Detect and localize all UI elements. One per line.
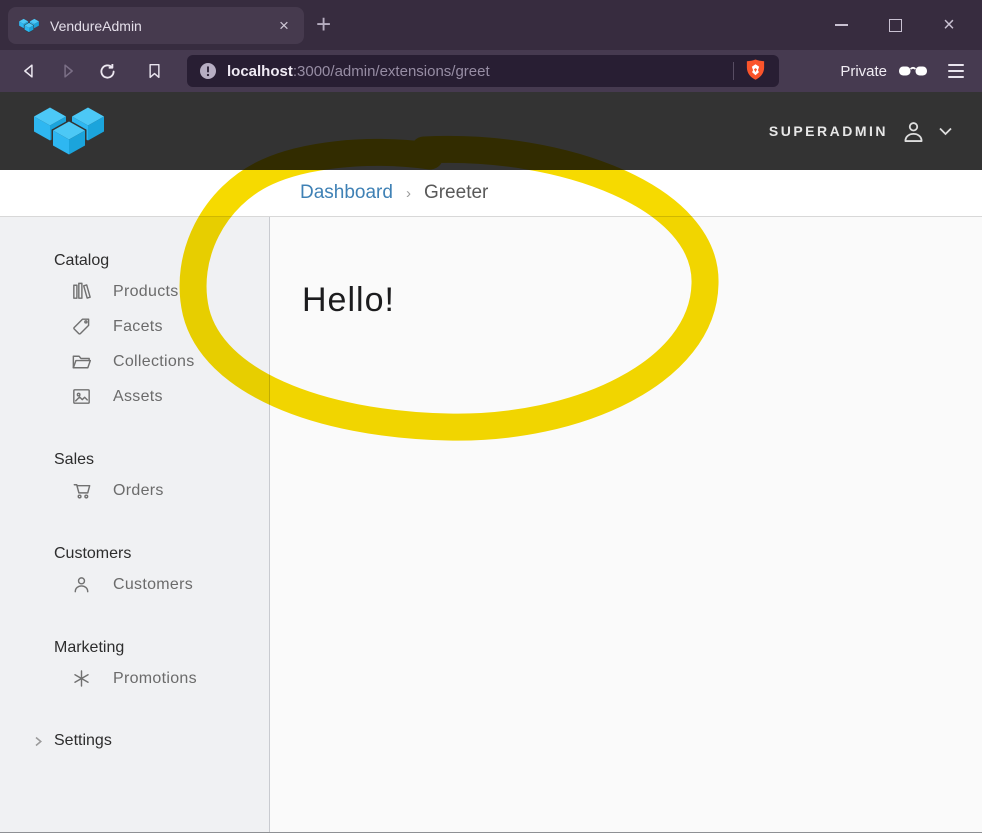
vendure-favicon-icon [18, 17, 40, 34]
url-host: localhost [227, 63, 293, 80]
username-label: SUPERADMIN [769, 123, 888, 139]
sidebar-item-label: Facets [113, 318, 163, 336]
sidebar-section-customers: Customers Customers [54, 544, 269, 602]
content-area: Hello! [270, 217, 982, 832]
breadcrumb-dashboard-link[interactable]: Dashboard [300, 182, 393, 204]
reload-button[interactable] [92, 56, 122, 86]
sidebar-item-label: Orders [113, 482, 164, 500]
site-info-icon [199, 62, 217, 80]
brave-shield-icon[interactable] [744, 58, 767, 84]
user-icon [70, 573, 93, 596]
admin-header: SUPERADMIN [0, 92, 982, 170]
library-icon [70, 280, 93, 303]
sidebar-item-promotions[interactable]: Promotions [54, 661, 269, 696]
url-bar[interactable]: localhost:3000/admin/extensions/greet [187, 55, 779, 87]
breadcrumb-separator: › [406, 185, 411, 202]
maximize-button[interactable] [868, 0, 922, 50]
tab-strip: VendureAdmin × + × [0, 0, 982, 50]
menu-button[interactable] [948, 64, 964, 78]
browser-window: VendureAdmin × + × [0, 0, 982, 833]
sidebar-item-settings[interactable]: Settings [32, 732, 269, 750]
user-avatar-icon [900, 118, 927, 145]
hamburger-icon [948, 64, 964, 66]
image-icon [70, 385, 93, 408]
back-button[interactable] [14, 56, 44, 86]
asterisk-icon [70, 667, 93, 690]
browser-tab[interactable]: VendureAdmin × [8, 7, 304, 44]
sunglasses-icon [898, 66, 928, 77]
sidebar-section-catalog: Catalog Products Facets [54, 251, 269, 414]
section-title-catalog: Catalog [54, 251, 269, 270]
sidebar-item-orders[interactable]: Orders [54, 473, 269, 508]
sidebar-item-label: Assets [113, 388, 163, 406]
sidebar-item-label: Customers [113, 576, 193, 594]
sidebar-item-customers[interactable]: Customers [54, 567, 269, 602]
sidebar-item-assets[interactable]: Assets [54, 379, 269, 414]
sidebar-item-collections[interactable]: Collections [54, 344, 269, 379]
maximize-icon [889, 19, 902, 32]
section-title-sales: Sales [54, 450, 269, 469]
forward-icon [58, 61, 78, 81]
cart-icon [70, 479, 93, 502]
greeting-text: Hello! [302, 281, 982, 320]
breadcrumb: Dashboard › Greeter [0, 170, 982, 217]
sidebar-section-marketing: Marketing Promotions [54, 638, 269, 696]
sidebar-item-label: Promotions [113, 670, 197, 688]
url-path: :3000/admin/extensions/greet [293, 63, 490, 80]
minimize-button[interactable] [814, 0, 868, 50]
chevron-right-icon [32, 735, 44, 748]
sidebar-item-label: Products [113, 283, 179, 301]
bookmark-button[interactable] [139, 56, 169, 86]
chevron-down-icon [939, 127, 952, 136]
tab-close-icon[interactable]: × [274, 16, 294, 36]
sidebar-item-label: Collections [113, 353, 195, 371]
section-title-customers: Customers [54, 544, 269, 563]
sidebar-item-facets[interactable]: Facets [54, 309, 269, 344]
bookmark-icon [145, 61, 164, 81]
reload-icon [97, 61, 118, 82]
settings-label: Settings [54, 732, 112, 750]
new-tab-button[interactable]: + [316, 9, 331, 39]
sidebar-section-sales: Sales Orders [54, 450, 269, 508]
tag-icon [70, 315, 93, 338]
private-label: Private [840, 63, 887, 80]
sidebar-item-products[interactable]: Products [54, 274, 269, 309]
section-title-marketing: Marketing [54, 638, 269, 657]
folder-icon [70, 350, 93, 373]
minimize-icon [835, 24, 848, 26]
close-window-button[interactable]: × [922, 0, 976, 50]
private-window-badge: Private [840, 63, 928, 80]
window-controls: × [814, 0, 976, 50]
account-menu[interactable]: SUPERADMIN [769, 118, 952, 145]
tab-title: VendureAdmin [50, 18, 274, 34]
breadcrumb-current: Greeter [424, 182, 488, 204]
back-icon [19, 61, 39, 81]
sidebar-nav: Catalog Products Facets [0, 217, 270, 832]
vendure-logo[interactable] [30, 101, 108, 161]
forward-button[interactable] [53, 56, 83, 86]
url-divider [733, 62, 734, 80]
browser-toolbar: localhost:3000/admin/extensions/greet Pr… [0, 50, 982, 92]
